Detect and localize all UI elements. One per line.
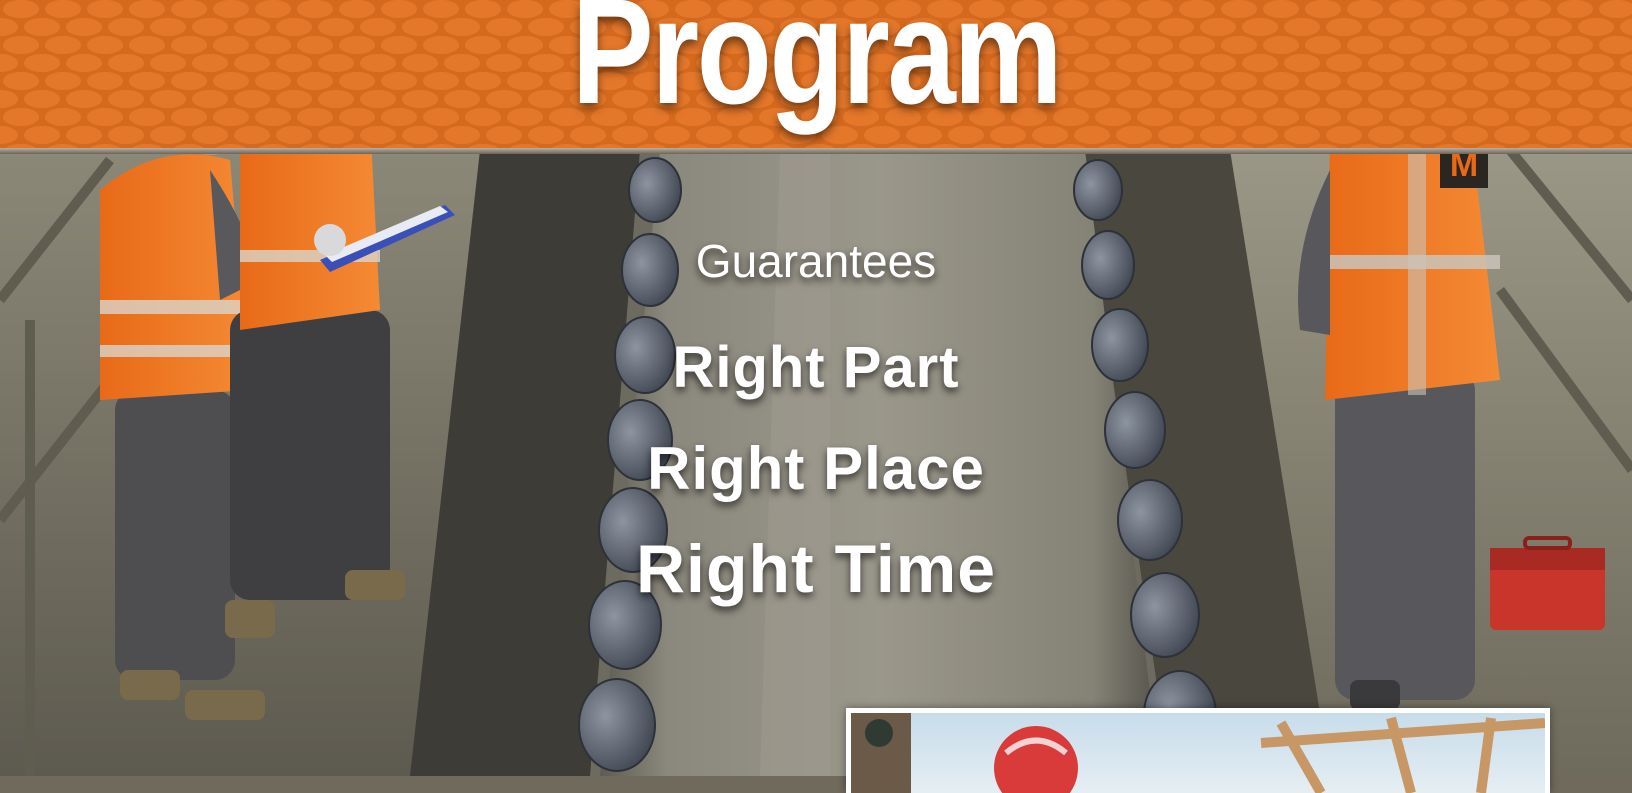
banner-divider [0, 148, 1632, 154]
inset-photo-scene [851, 713, 1545, 793]
right-place-text: Right Place [647, 435, 985, 502]
title-banner: Program [0, 0, 1632, 152]
right-part-text: Right Part [672, 335, 960, 400]
guarantees-heading: Guarantees [695, 235, 937, 287]
right-time-text: Right Time [635, 531, 997, 607]
inset-photo [846, 708, 1550, 793]
banner-title: Program [571, 0, 1063, 135]
